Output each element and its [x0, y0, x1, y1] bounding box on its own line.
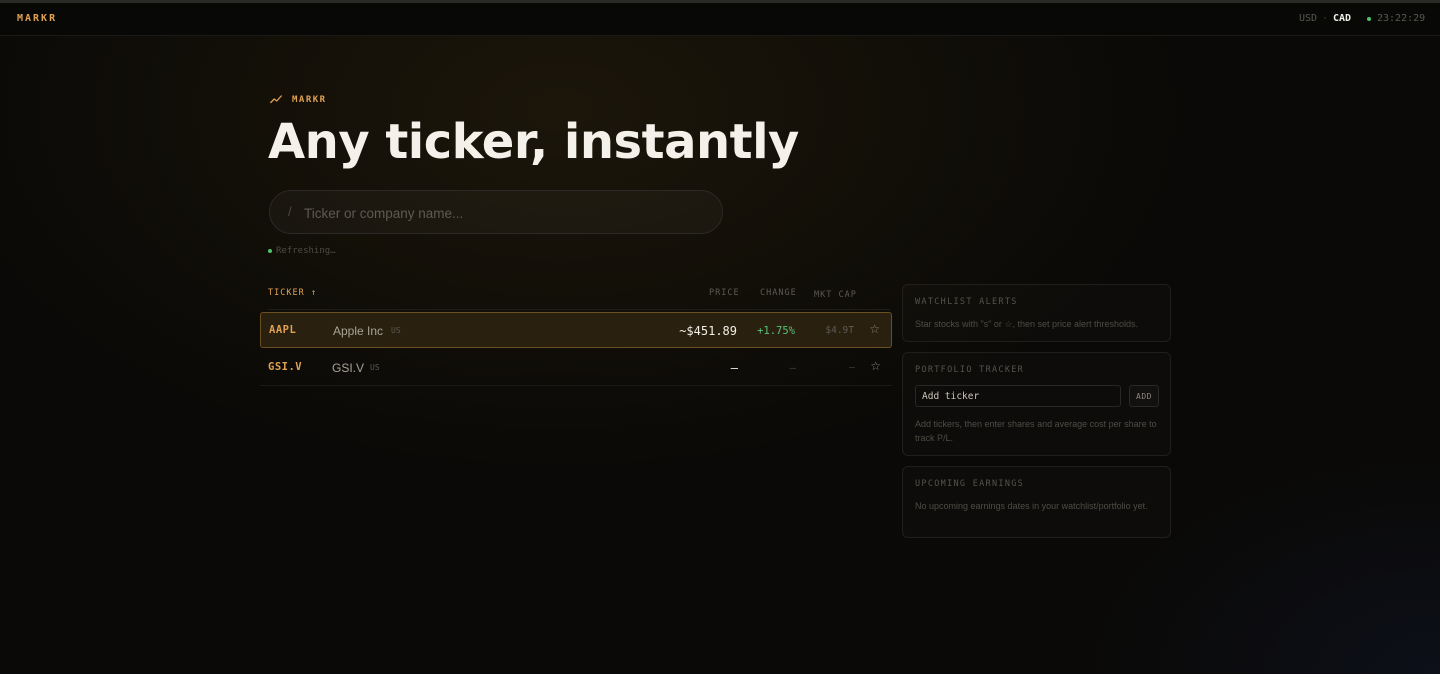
top-bar: MARKR USD · CAD 23:22:29 — [0, 3, 1440, 36]
card-description: Add tickers, then enter shares and avera… — [915, 419, 1157, 443]
app-logo[interactable]: MARKR — [17, 13, 57, 24]
search-input[interactable] — [302, 201, 706, 225]
row-company-name: Apple Inc — [333, 324, 384, 338]
column-header-ticker[interactable]: TICKER ↑ — [268, 288, 317, 298]
column-header-price[interactable]: PRICE — [709, 288, 740, 298]
currency-separator: · — [1322, 13, 1329, 24]
column-header-mkt-cap[interactable]: MKT CAP — [814, 290, 857, 300]
refresh-status-dot — [268, 249, 272, 253]
row-exchange: US — [370, 363, 380, 372]
card-title: UPCOMING EARNINGS — [915, 479, 1025, 489]
table-header-divider — [268, 309, 890, 310]
hero-eyebrow: MARKR — [292, 95, 327, 105]
watchlist-alerts-card: WATCHLIST ALERTS Star stocks with "s" or… — [902, 284, 1171, 342]
table-row[interactable]: AAPL Apple Inc US ~$451.89 +1.75% $4.9T … — [260, 312, 892, 348]
upcoming-earnings-card: UPCOMING EARNINGS No upcoming earnings d… — [902, 466, 1171, 538]
row-mkt-cap: — — [849, 362, 855, 373]
card-description: No upcoming earnings dates in your watch… — [915, 501, 1148, 511]
search-shortcut-hint: / — [288, 204, 292, 219]
currency-cad-toggle[interactable]: CAD — [1333, 13, 1351, 24]
star-icon[interactable]: ☆ — [870, 359, 881, 373]
table-row[interactable]: GSI.V GSI.V US — — — ☆ — [260, 350, 892, 386]
card-title: WATCHLIST ALERTS — [915, 297, 1018, 307]
row-change: +1.75% — [757, 325, 795, 337]
page-title: Any ticker, instantly — [268, 114, 799, 170]
portfolio-tracker-card: PORTFOLIO TRACKER ADD Add tickers, then … — [902, 352, 1171, 456]
add-ticker-input[interactable] — [915, 385, 1121, 407]
refresh-status: Refreshing… — [276, 246, 336, 256]
star-icon[interactable]: ☆ — [869, 322, 880, 336]
row-ticker: GSI.V — [268, 361, 303, 373]
card-description: Star stocks with "s" or ☆, then set pric… — [915, 319, 1139, 329]
row-price: — — [730, 361, 738, 375]
card-title: PORTFOLIO TRACKER — [915, 365, 1025, 375]
row-mkt-cap: $4.9T — [825, 325, 854, 336]
add-ticker-button[interactable]: ADD — [1129, 385, 1159, 407]
live-status-dot — [1367, 17, 1371, 21]
search-box[interactable]: / — [269, 190, 723, 234]
column-header-change[interactable]: CHANGE — [760, 288, 797, 298]
row-exchange: US — [391, 326, 401, 335]
row-ticker: AAPL — [269, 324, 297, 336]
row-change: — — [789, 362, 796, 374]
currency-usd-toggle[interactable]: USD — [1299, 13, 1317, 24]
row-price: ~$451.89 — [679, 324, 737, 338]
row-company-name: GSI.V — [332, 361, 365, 375]
clock: 23:22:29 — [1377, 13, 1426, 24]
trend-line-icon — [270, 95, 282, 104]
